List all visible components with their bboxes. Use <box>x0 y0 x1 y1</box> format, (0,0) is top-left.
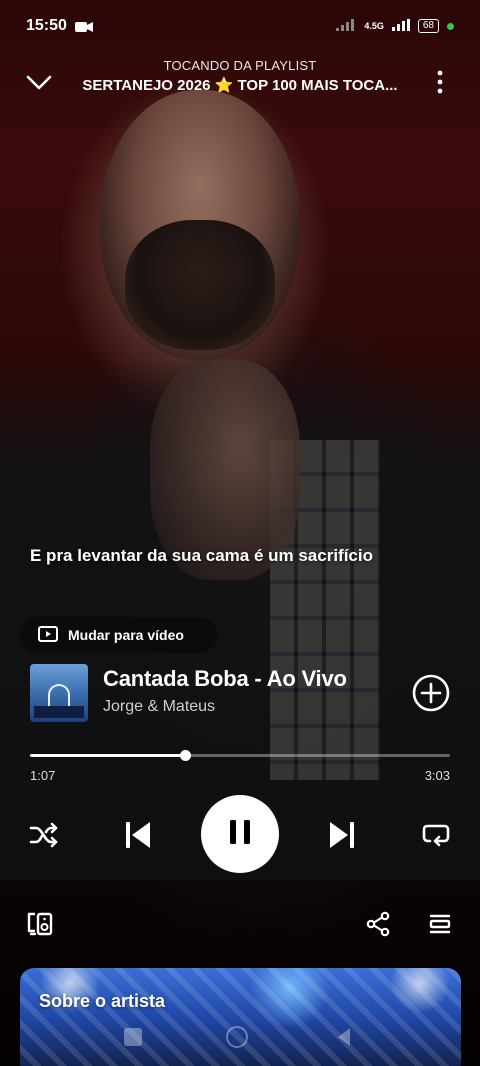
playlist-context[interactable]: TOCANDO DA PLAYLIST SERTANEJO 2026 ⭐ TOP… <box>70 58 410 94</box>
share-icon[interactable] <box>364 910 392 938</box>
battery-level: 68 <box>417 19 439 33</box>
status-time: 15:50 <box>26 17 67 34</box>
add-circle-icon[interactable] <box>412 674 450 712</box>
track-info: Cantada Boba - Ao Vivo Jorge & Mateus <box>30 664 460 722</box>
current-time: 1:07 <box>30 768 56 783</box>
switch-to-video-button[interactable]: Mudar para vídeo <box>20 617 218 653</box>
lyric-line[interactable]: E pra levantar da sua cama é um sacrifíc… <box>30 546 373 566</box>
shuffle-icon[interactable] <box>26 819 62 851</box>
repeat-icon[interactable] <box>418 819 454 851</box>
background-singer-beard <box>125 220 275 350</box>
album-art[interactable] <box>30 664 88 722</box>
connect-device-icon[interactable] <box>26 910 54 938</box>
skip-next-icon[interactable] <box>324 817 360 853</box>
about-artist-label: Sobre o artista <box>39 991 166 1011</box>
album-art-arch <box>48 684 70 708</box>
signal-icon <box>336 19 356 33</box>
chevron-down-icon[interactable] <box>24 70 54 94</box>
queue-icon[interactable] <box>426 910 454 938</box>
status-bar: 15:50 4.5G 68 <box>0 0 480 52</box>
playlist-context-label: TOCANDO DA PLAYLIST <box>163 58 317 73</box>
pause-icon <box>228 819 252 850</box>
privacy-indicator-dot <box>447 22 454 30</box>
system-navigation-bar <box>0 1020 480 1066</box>
progress-handle[interactable] <box>180 750 192 761</box>
album-art-stage <box>34 706 84 718</box>
signal-strong-icon <box>391 19 410 33</box>
total-time: 3:03 <box>424 768 450 783</box>
home-nav-icon[interactable] <box>226 1026 248 1048</box>
more-vertical-icon[interactable] <box>428 68 452 96</box>
track-artist[interactable]: Jorge & Mateus <box>103 698 215 716</box>
secondary-actions <box>0 908 480 940</box>
playlist-name: SERTANEJO 2026 ⭐ TOP 100 MAIS TOCA... <box>82 77 398 94</box>
switch-to-video-label: Mudar para vídeo <box>68 627 184 643</box>
recents-nav-icon[interactable] <box>124 1028 142 1046</box>
back-nav-icon[interactable] <box>338 1028 350 1046</box>
track-title[interactable]: Cantada Boba - Ao Vivo <box>103 666 347 692</box>
network-type: 4.5G <box>364 21 384 31</box>
play-pause-button[interactable] <box>201 795 279 873</box>
play-video-icon <box>38 625 58 645</box>
progress-bar[interactable] <box>30 750 450 761</box>
status-indicators: 4.5G 68 <box>336 19 454 33</box>
progress-fill <box>30 754 186 757</box>
skip-previous-icon[interactable] <box>120 817 156 853</box>
playback-controls <box>0 795 480 875</box>
now-playing-header: TOCANDO DA PLAYLIST SERTANEJO 2026 ⭐ TOP… <box>0 58 480 102</box>
video-camera-icon <box>74 20 93 32</box>
